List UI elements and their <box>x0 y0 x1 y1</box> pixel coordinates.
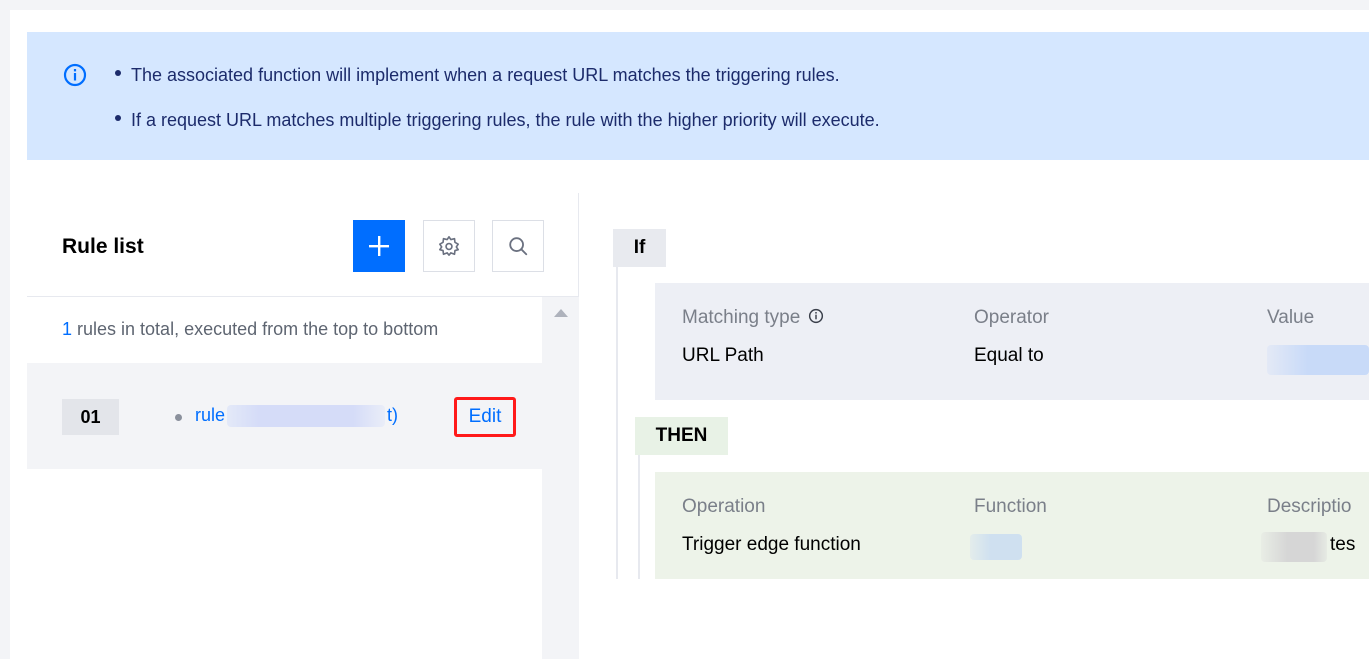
if-connector-line <box>616 267 618 579</box>
gear-icon <box>439 236 459 256</box>
info-circle-icon <box>63 63 87 87</box>
notice-line: The associated function will implement w… <box>115 65 840 86</box>
add-rule-button[interactable] <box>353 220 405 272</box>
description-value: tes <box>1330 534 1356 555</box>
operator-header: Operator <box>974 307 1049 328</box>
rules-summary: 1 rules in total, executed from the top … <box>62 319 439 339</box>
notice-line: If a request URL matches multiple trigge… <box>115 110 880 131</box>
then-label: THEN <box>635 417 728 455</box>
rule-name-link[interactable]: rule t) <box>195 405 398 428</box>
operator-value: Equal to <box>974 345 1044 366</box>
list-item[interactable]: 01 rule t) Edit <box>27 363 542 469</box>
value-header: Value <box>1267 307 1315 328</box>
condition-box: Matching type Operator Value URL Path Eq… <box>655 283 1369 400</box>
search-button[interactable] <box>492 220 544 272</box>
redacted-function <box>970 534 1022 560</box>
settings-button[interactable] <box>423 220 475 272</box>
rules-count: 1 <box>62 319 73 339</box>
redacted-description <box>1261 532 1327 562</box>
operation-header: Operation <box>682 496 766 517</box>
redacted-text <box>227 405 386 428</box>
bullet-icon <box>115 70 121 77</box>
redacted-value <box>1267 345 1369 375</box>
scroll-up-arrow-icon[interactable] <box>554 309 568 317</box>
rule-list-header: Rule list <box>27 193 579 297</box>
info-circle-icon[interactable] <box>808 308 824 324</box>
rule-list: 1 rules in total, executed from the top … <box>27 297 542 659</box>
matching-type-value: URL Path <box>682 345 764 366</box>
description-header: Descriptio <box>1267 496 1352 517</box>
function-header: Function <box>974 496 1047 517</box>
rule-detail-panel: If Matching type Operator Value URL Path… <box>580 193 1369 659</box>
plus-icon <box>369 236 389 256</box>
panel-title: Rule list <box>62 235 144 258</box>
rule-list-panel: Rule list 1 rules in total, executed fro… <box>27 193 579 659</box>
status-dot-icon <box>175 414 182 421</box>
notice-banner: The associated function will implement w… <box>27 32 1369 160</box>
search-icon <box>509 237 528 256</box>
if-label: If <box>613 229 666 267</box>
matching-type-header: Matching type <box>682 307 824 329</box>
bullet-icon <box>115 115 121 122</box>
scrollbar[interactable] <box>542 297 579 659</box>
operation-value: Trigger edge function <box>682 534 861 555</box>
edit-rule-button[interactable]: Edit <box>454 397 516 437</box>
rule-priority-index: 01 <box>62 399 119 435</box>
action-box: Operation Function Descriptio Trigger ed… <box>655 472 1369 579</box>
then-connector-line <box>638 455 640 579</box>
